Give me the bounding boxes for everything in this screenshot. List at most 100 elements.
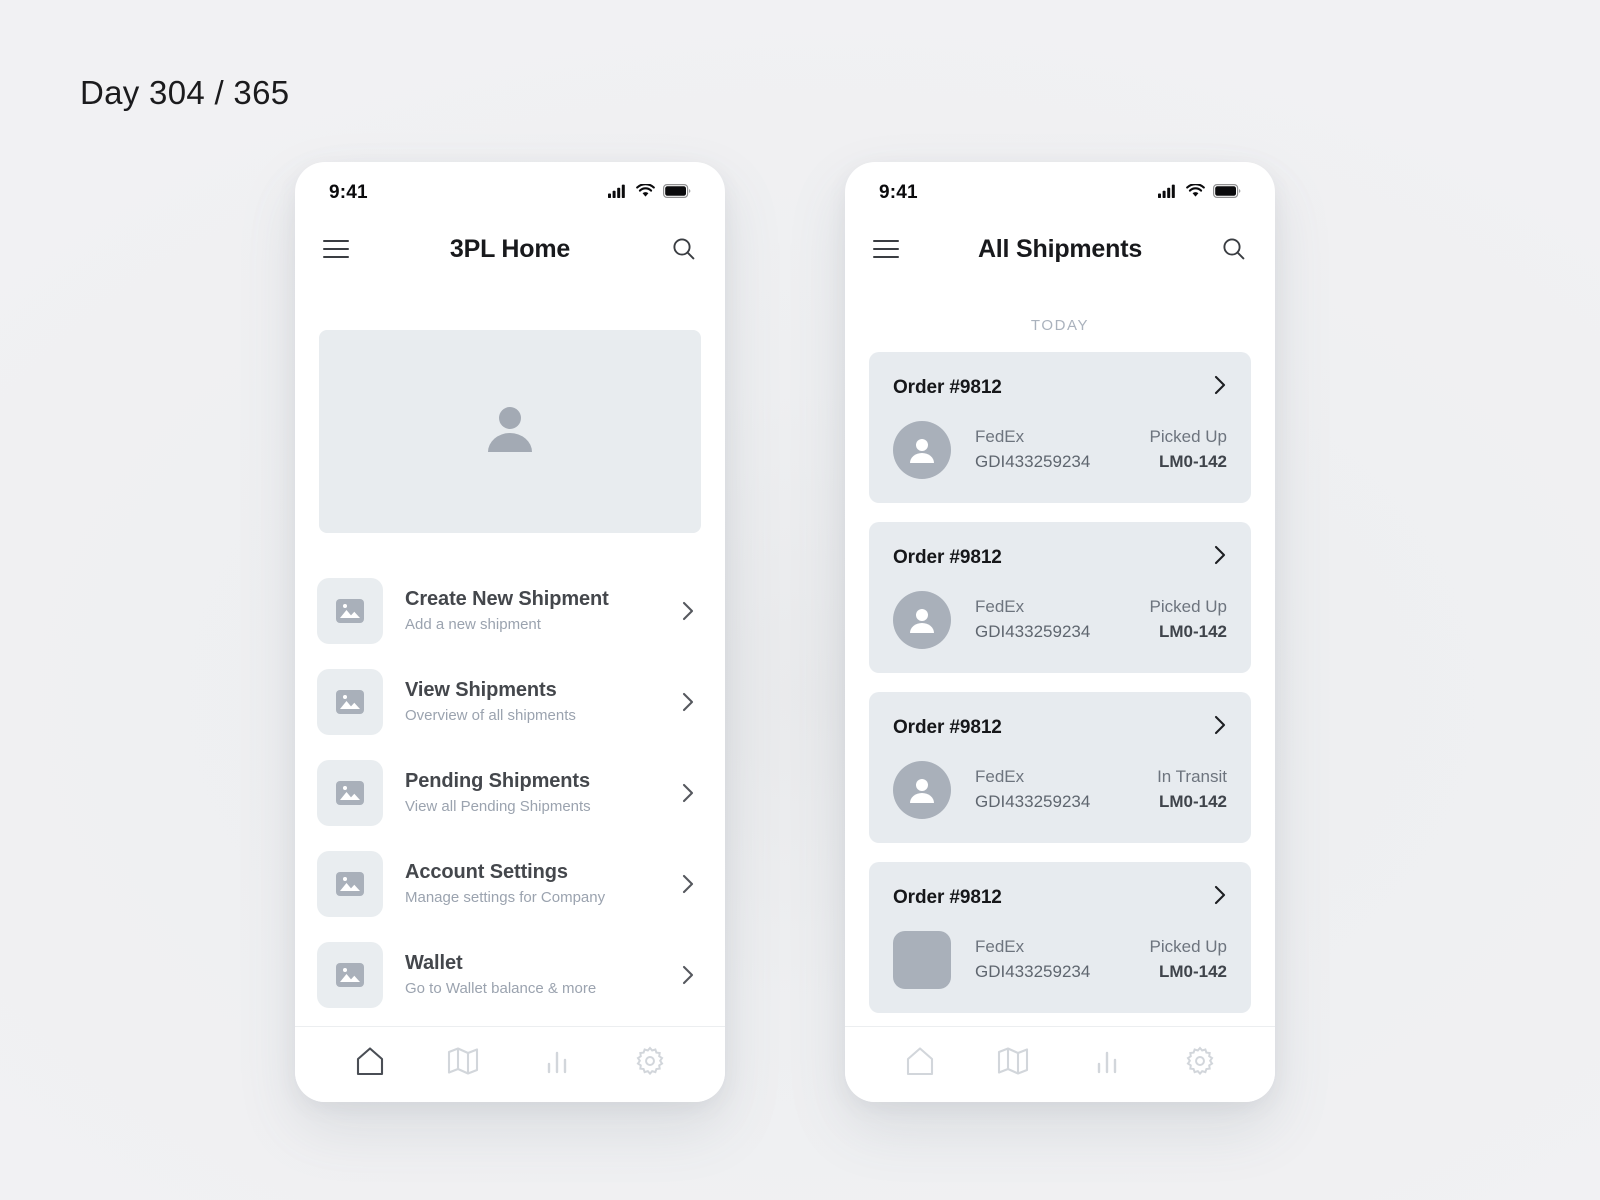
search-icon[interactable] [671, 236, 697, 262]
page-title-shipments: All Shipments [977, 234, 1143, 263]
tab-analytics[interactable] [1078, 1038, 1136, 1084]
order-number: Order #9812 [893, 376, 1002, 398]
tab-analytics[interactable] [528, 1038, 586, 1084]
chevron-right-icon [681, 873, 695, 895]
phone-mockup-shipments: 9:41 All Shipments TODAY Order #9812 Fed… [845, 162, 1275, 1102]
menu-item-pending-shipments[interactable]: Pending Shipments View all Pending Shipm… [317, 747, 703, 838]
image-placeholder-icon [317, 850, 383, 917]
tab-map[interactable] [984, 1038, 1042, 1084]
tracking-number: GDI433259234 [975, 792, 1091, 811]
avatar [893, 421, 951, 479]
order-number: Order #9812 [893, 886, 1002, 908]
status-code: LM0-142 [1158, 962, 1227, 981]
shipment-card[interactable]: Order #9812 FedEx GDI433259234 [869, 522, 1251, 673]
status-bar-time: 9:41 [329, 182, 368, 203]
status-bar-icons [608, 182, 691, 203]
home-menu-list: Create New Shipment Add a new shipment V… [295, 565, 725, 1020]
shipment-card-header: Order #9812 [893, 884, 1227, 911]
profile-hero-placeholder[interactable] [319, 330, 701, 533]
menu-item-title: View Shipments [405, 678, 557, 701]
image-placeholder-icon [317, 941, 383, 1008]
carrier-info: FedEx GDI433259234 [975, 765, 1157, 814]
shipment-card-header: Order #9812 [893, 374, 1227, 401]
shipment-card-body: FedEx GDI433259234 Picked Up LM0-142 [893, 421, 1227, 479]
hamburger-icon[interactable] [873, 240, 899, 258]
carrier-name: FedEx [975, 597, 1025, 617]
carrier-info: FedEx GDI433259234 [975, 425, 1150, 474]
shipments-scroll-area[interactable]: TODAY Order #9812 FedEx GDI433259234 Pic… [845, 280, 1275, 1026]
status-block: Picked Up LM0-142 [1150, 595, 1227, 644]
phone-mockup-home: 9:41 3PL Home Create New Shipment Add a … [295, 162, 725, 1102]
image-placeholder-icon [317, 668, 383, 735]
menu-item-text: View Shipments Overview of all shipments [405, 678, 681, 726]
avatar [893, 931, 951, 989]
shipment-card[interactable]: Order #9812 FedEx GDI433259234 [869, 692, 1251, 843]
status-badge: Picked Up [1149, 937, 1227, 957]
menu-item-title: Account Settings [405, 860, 568, 883]
tracking-number: GDI433259234 [975, 622, 1091, 641]
shipment-card[interactable]: Order #9812 FedEx GDI433259234 [869, 352, 1251, 503]
shipments-list: Order #9812 FedEx GDI433259234 Picked Up… [845, 352, 1275, 1026]
chevron-right-icon[interactable] [1213, 884, 1227, 911]
signal-icon [608, 184, 628, 203]
search-icon[interactable] [1221, 236, 1247, 262]
menu-item-account-settings[interactable]: Account Settings Manage settings for Com… [317, 838, 703, 929]
shipment-card-body: FedEx GDI433259234 In Transit LM0-142 [893, 761, 1227, 819]
menu-item-view-shipments[interactable]: View Shipments Overview of all shipments [317, 656, 703, 747]
status-bar-time: 9:41 [879, 182, 918, 203]
menu-item-text: Create New Shipment Add a new shipment [405, 587, 681, 635]
battery-icon [1213, 183, 1241, 203]
status-block: Picked Up LM0-142 [1150, 425, 1227, 474]
status-badge: Picked Up [1149, 597, 1227, 617]
wifi-icon [1186, 182, 1205, 203]
signal-icon [1158, 184, 1178, 203]
avatar [893, 591, 951, 649]
tab-home[interactable] [891, 1038, 949, 1084]
tab-settings[interactable] [621, 1038, 679, 1084]
image-placeholder-icon [317, 759, 383, 826]
chevron-right-icon [681, 964, 695, 986]
chevron-right-icon[interactable] [1213, 374, 1227, 401]
menu-item-subtitle: Add a new shipment [405, 615, 541, 633]
tab-map[interactable] [434, 1038, 492, 1084]
bottom-tab-bar-shipments [845, 1026, 1275, 1102]
order-number: Order #9812 [893, 546, 1002, 568]
tracking-number: GDI433259234 [975, 452, 1091, 471]
menu-item-text: Pending Shipments View all Pending Shipm… [405, 769, 681, 817]
chevron-right-icon [681, 691, 695, 713]
status-code: LM0-142 [1158, 622, 1227, 641]
bottom-tab-bar-home [295, 1026, 725, 1102]
avatar [893, 761, 951, 819]
order-number: Order #9812 [893, 716, 1002, 738]
status-block: Picked Up LM0-142 [1150, 935, 1227, 984]
app-bar-home: 3PL Home [295, 218, 725, 280]
menu-item-wallet[interactable]: Wallet Go to Wallet balance & more [317, 929, 703, 1020]
menu-item-title: Create New Shipment [405, 587, 609, 610]
status-code: LM0-142 [1158, 452, 1227, 471]
menu-item-subtitle: Manage settings for Company [405, 888, 606, 906]
home-scroll-area[interactable]: Create New Shipment Add a new shipment V… [295, 280, 725, 1026]
hamburger-icon[interactable] [323, 240, 349, 258]
menu-item-title: Wallet [405, 951, 463, 974]
shipment-card[interactable]: Order #9812 FedEx GDI433259234 Picked Up… [869, 862, 1251, 1013]
wifi-icon [636, 182, 655, 203]
chevron-right-icon [681, 600, 695, 622]
chevron-right-icon[interactable] [1213, 714, 1227, 741]
menu-item-create-new-shipment[interactable]: Create New Shipment Add a new shipment [317, 565, 703, 656]
menu-item-title: Pending Shipments [405, 769, 590, 792]
battery-icon [663, 183, 691, 203]
page-title: Day 304 / 365 [80, 74, 290, 111]
status-block: In Transit LM0-142 [1157, 765, 1227, 814]
person-placeholder-icon [483, 404, 537, 459]
status-badge: Picked Up [1149, 427, 1227, 447]
shipment-card-body: FedEx GDI433259234 Picked Up LM0-142 [893, 931, 1227, 989]
menu-item-text: Account Settings Manage settings for Com… [405, 860, 681, 908]
status-bar: 9:41 [295, 162, 725, 218]
shipment-card-header: Order #9812 [893, 544, 1227, 571]
tab-home[interactable] [341, 1038, 399, 1084]
chevron-right-icon[interactable] [1213, 544, 1227, 571]
tab-settings[interactable] [1171, 1038, 1229, 1084]
status-badge: In Transit [1157, 767, 1227, 787]
shipment-card-body: FedEx GDI433259234 Picked Up LM0-142 [893, 591, 1227, 649]
carrier-info: FedEx GDI433259234 [975, 935, 1150, 984]
